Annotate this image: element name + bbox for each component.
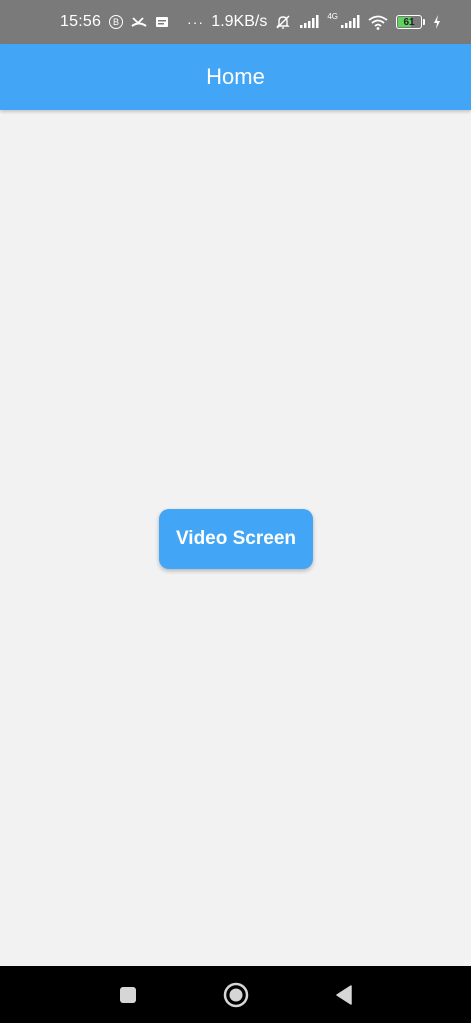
message-icon xyxy=(155,15,169,29)
mute-bell-icon xyxy=(275,14,291,30)
status-bar: 15:56 B ··· 1.9KB/s 4G 61 xyxy=(0,0,471,44)
battery-tip xyxy=(423,19,425,25)
status-right: 1.9KB/s 4G 61 xyxy=(211,11,441,31)
battery-icon: 61 xyxy=(396,15,425,29)
status-left: 15:56 B ··· xyxy=(60,13,204,31)
network-type: 4G xyxy=(327,11,338,21)
back-triangle-icon[interactable] xyxy=(329,980,359,1010)
signal-4g-icon xyxy=(340,15,360,29)
net-speed: 1.9KB/s xyxy=(211,13,268,30)
screen: 15:56 B ··· 1.9KB/s 4G 61 Home Video Scr… xyxy=(0,0,471,1023)
status-time: 15:56 xyxy=(60,13,102,30)
signal-icon xyxy=(299,15,319,29)
navigation-bar xyxy=(0,966,471,1023)
page-title: Home xyxy=(206,64,265,89)
call-missed-icon xyxy=(131,15,147,29)
recents-square-icon[interactable] xyxy=(113,980,143,1010)
battery-level: 61 xyxy=(403,16,415,28)
b-badge-icon: B xyxy=(109,15,124,29)
video-screen-button[interactable]: Video Screen xyxy=(159,509,313,569)
charging-icon xyxy=(433,15,441,29)
wifi-icon xyxy=(368,15,388,30)
home-circle-icon[interactable] xyxy=(221,980,251,1010)
more-icon: ··· xyxy=(187,14,205,30)
app-bar: Home xyxy=(0,44,471,110)
battery-body: 61 xyxy=(396,15,422,29)
